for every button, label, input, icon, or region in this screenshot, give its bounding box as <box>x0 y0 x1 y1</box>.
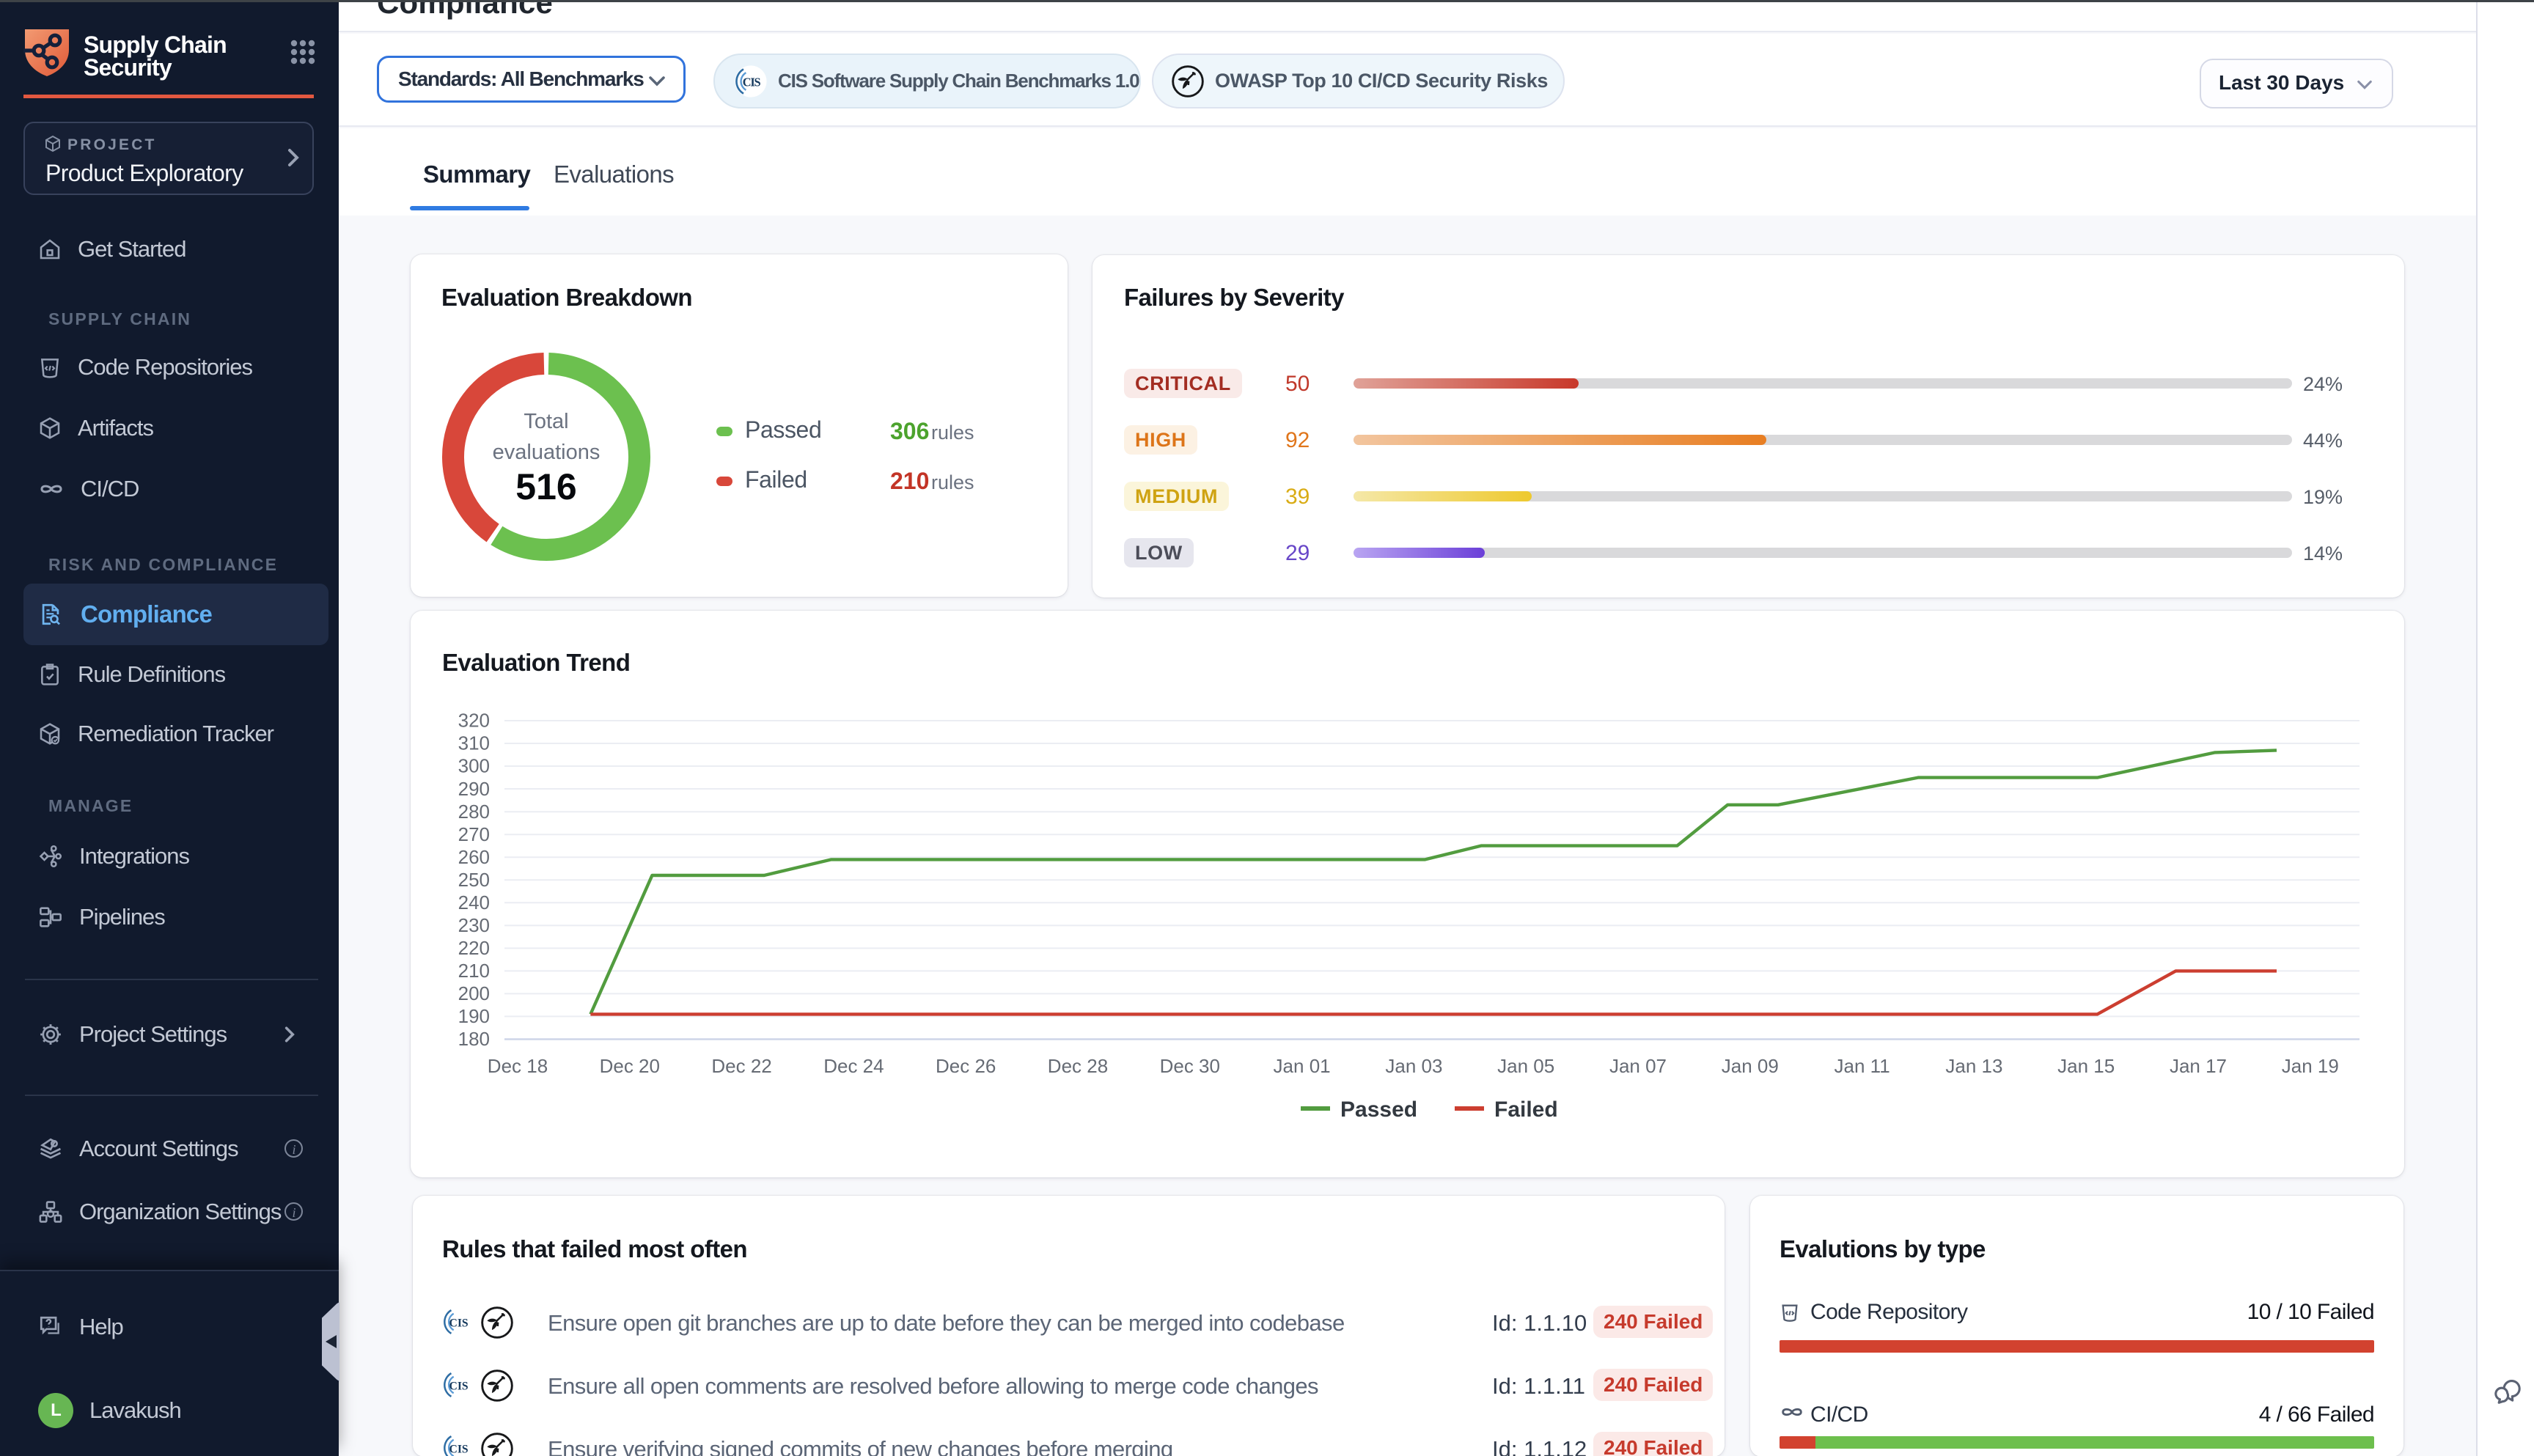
svg-text:Jan 13: Jan 13 <box>1945 1055 2002 1077</box>
svg-text:220: 220 <box>458 937 490 959</box>
svg-text:280: 280 <box>458 801 490 823</box>
svg-text:Failed: Failed <box>1494 1097 1558 1122</box>
svg-text:CIS: CIS <box>449 1443 469 1455</box>
svg-text:CIS: CIS <box>449 1380 469 1392</box>
svg-text:300: 300 <box>458 755 490 777</box>
svg-text:270: 270 <box>458 823 490 845</box>
svg-text:Jan 05: Jan 05 <box>1497 1055 1554 1077</box>
svg-text:Dec 24: Dec 24 <box>823 1055 884 1077</box>
svg-text:Dec 28: Dec 28 <box>1048 1055 1108 1077</box>
svg-text:Jan 11: Jan 11 <box>1835 1055 1890 1077</box>
svg-text:Passed: Passed <box>1340 1097 1417 1122</box>
svg-text:Dec 22: Dec 22 <box>711 1055 771 1077</box>
svg-text:Jan 19: Jan 19 <box>2282 1055 2339 1077</box>
svg-text:Jan 17: Jan 17 <box>2170 1055 2227 1077</box>
svg-text:516: 516 <box>515 466 576 507</box>
svg-text:210: 210 <box>458 960 490 982</box>
svg-text:200: 200 <box>458 982 490 1004</box>
svg-text:Dec 20: Dec 20 <box>600 1055 660 1077</box>
svg-text:Jan 15: Jan 15 <box>2057 1055 2115 1077</box>
svg-text:260: 260 <box>458 846 490 868</box>
svg-text:320: 320 <box>458 710 490 732</box>
svg-text:Jan 07: Jan 07 <box>1609 1055 1667 1077</box>
svg-text:Jan 01: Jan 01 <box>1274 1055 1331 1077</box>
svg-text:180: 180 <box>458 1028 490 1050</box>
svg-text:Dec 30: Dec 30 <box>1160 1055 1220 1077</box>
svg-text:310: 310 <box>458 732 490 754</box>
svg-text:290: 290 <box>458 778 490 800</box>
svg-text:Jan 09: Jan 09 <box>1722 1055 1779 1077</box>
svg-text:Jan 03: Jan 03 <box>1385 1055 1442 1077</box>
svg-text:CIS: CIS <box>743 75 761 89</box>
svg-text:190: 190 <box>458 1005 490 1027</box>
svg-text:240: 240 <box>458 891 490 913</box>
svg-text:250: 250 <box>458 869 490 891</box>
svg-text:Dec 18: Dec 18 <box>488 1055 548 1077</box>
svg-text:CIS: CIS <box>449 1317 469 1329</box>
svg-text:evaluations: evaluations <box>493 441 601 464</box>
svg-text:Total: Total <box>524 410 568 433</box>
svg-text:Dec 26: Dec 26 <box>936 1055 996 1077</box>
svg-text:230: 230 <box>458 914 490 936</box>
